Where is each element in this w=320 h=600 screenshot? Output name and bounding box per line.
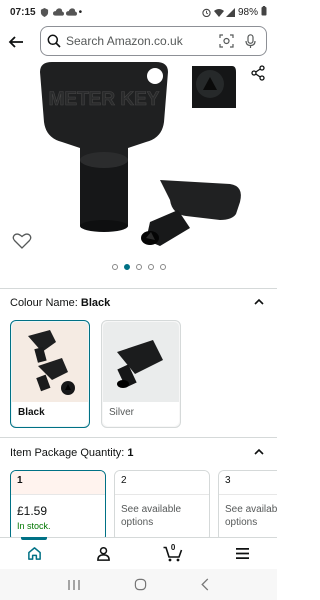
- section-divider: [0, 288, 277, 289]
- package-label: Item Package Quantity:: [10, 447, 125, 459]
- camera-search-button[interactable]: [216, 31, 236, 51]
- package-selected-value: 1: [127, 447, 134, 459]
- colour-option-silver[interactable]: Silver: [101, 320, 181, 428]
- package-option-number: 2: [121, 475, 127, 486]
- package-option-number: 3: [225, 475, 231, 486]
- search-icon: [47, 34, 61, 48]
- nav-cart[interactable]: 0: [139, 538, 208, 569]
- package-option-stock: In stock.: [17, 521, 51, 531]
- status-bar: 07:15 • 98%: [0, 0, 277, 24]
- colour-label: Colour Name:: [10, 297, 78, 309]
- pagination-dot[interactable]: [147, 264, 154, 270]
- back-button[interactable]: [2, 28, 30, 56]
- cloud-icon: [52, 7, 64, 17]
- signal-icon: [225, 7, 235, 17]
- package-option-price: £1.59: [17, 504, 48, 518]
- product-embossed-text: METER KEY: [49, 89, 160, 110]
- search-row: Search Amazon.co.uk: [0, 24, 277, 60]
- chevron-up-icon[interactable]: [253, 296, 265, 308]
- heart-icon: [12, 233, 32, 249]
- arrow-left-icon: [8, 36, 23, 48]
- alarm-icon: [202, 8, 211, 17]
- shield-icon: [40, 7, 49, 17]
- system-navigation-bar: [0, 569, 277, 600]
- pagination-dot-active[interactable]: [123, 264, 130, 270]
- home-circle-icon[interactable]: [134, 578, 147, 591]
- recent-apps-icon[interactable]: [67, 579, 81, 591]
- status-time: 07:15: [10, 6, 36, 18]
- colour-heading: Colour Name: Black: [10, 297, 110, 309]
- section-divider: [0, 437, 277, 438]
- cart-count: 0: [170, 543, 176, 552]
- bottom-navigation: 0: [0, 537, 277, 569]
- cloud-icon: [65, 7, 77, 17]
- user-icon: [97, 546, 111, 561]
- chevron-up-icon[interactable]: [253, 446, 265, 458]
- hamburger-menu-icon: [235, 548, 249, 559]
- pagination-dot[interactable]: [111, 264, 118, 270]
- battery-percent: 98%: [237, 6, 258, 18]
- package-option-1[interactable]: 1 £1.59 In stock.: [10, 470, 106, 542]
- colour-thumbnail: [103, 322, 179, 402]
- share-button[interactable]: [247, 62, 269, 84]
- package-option-number: 1: [17, 475, 23, 486]
- package-heading: Item Package Quantity: 1: [10, 447, 134, 459]
- camera-icon: [218, 34, 234, 48]
- back-arrow-icon[interactable]: [200, 578, 210, 591]
- image-pagination: [0, 264, 277, 270]
- wishlist-button[interactable]: [12, 232, 34, 254]
- notification-dot-icon: •: [78, 6, 83, 18]
- share-icon: [251, 65, 265, 81]
- colour-selected-value: Black: [80, 297, 111, 309]
- nav-account[interactable]: [69, 538, 138, 569]
- search-placeholder: Search Amazon.co.uk: [66, 34, 183, 48]
- nav-home[interactable]: [0, 537, 69, 569]
- package-option-note: See available options: [121, 504, 182, 528]
- package-option-3[interactable]: 3 See available options: [218, 470, 277, 542]
- colour-thumbnail: [12, 322, 88, 402]
- package-option-2[interactable]: 2 See available options: [114, 470, 210, 542]
- search-input[interactable]: Search Amazon.co.uk: [40, 26, 267, 56]
- product-image: METER KEY: [40, 62, 241, 246]
- product-image-gallery[interactable]: METER KEY: [0, 60, 277, 278]
- wifi-icon: [213, 8, 224, 17]
- pagination-dot[interactable]: [159, 264, 166, 270]
- microphone-icon: [244, 33, 256, 48]
- nav-menu[interactable]: [208, 538, 277, 569]
- battery-icon: [261, 5, 267, 19]
- package-option-note: See available options: [225, 504, 277, 528]
- voice-search-button[interactable]: [240, 31, 260, 51]
- home-icon: [28, 547, 41, 560]
- package-option-header: [11, 471, 105, 495]
- package-option-header: [115, 471, 209, 495]
- pagination-dot[interactable]: [135, 264, 142, 270]
- colour-option-black[interactable]: Black: [10, 320, 90, 428]
- colour-option-label: Silver: [109, 407, 135, 418]
- colour-option-label: Black: [18, 407, 45, 418]
